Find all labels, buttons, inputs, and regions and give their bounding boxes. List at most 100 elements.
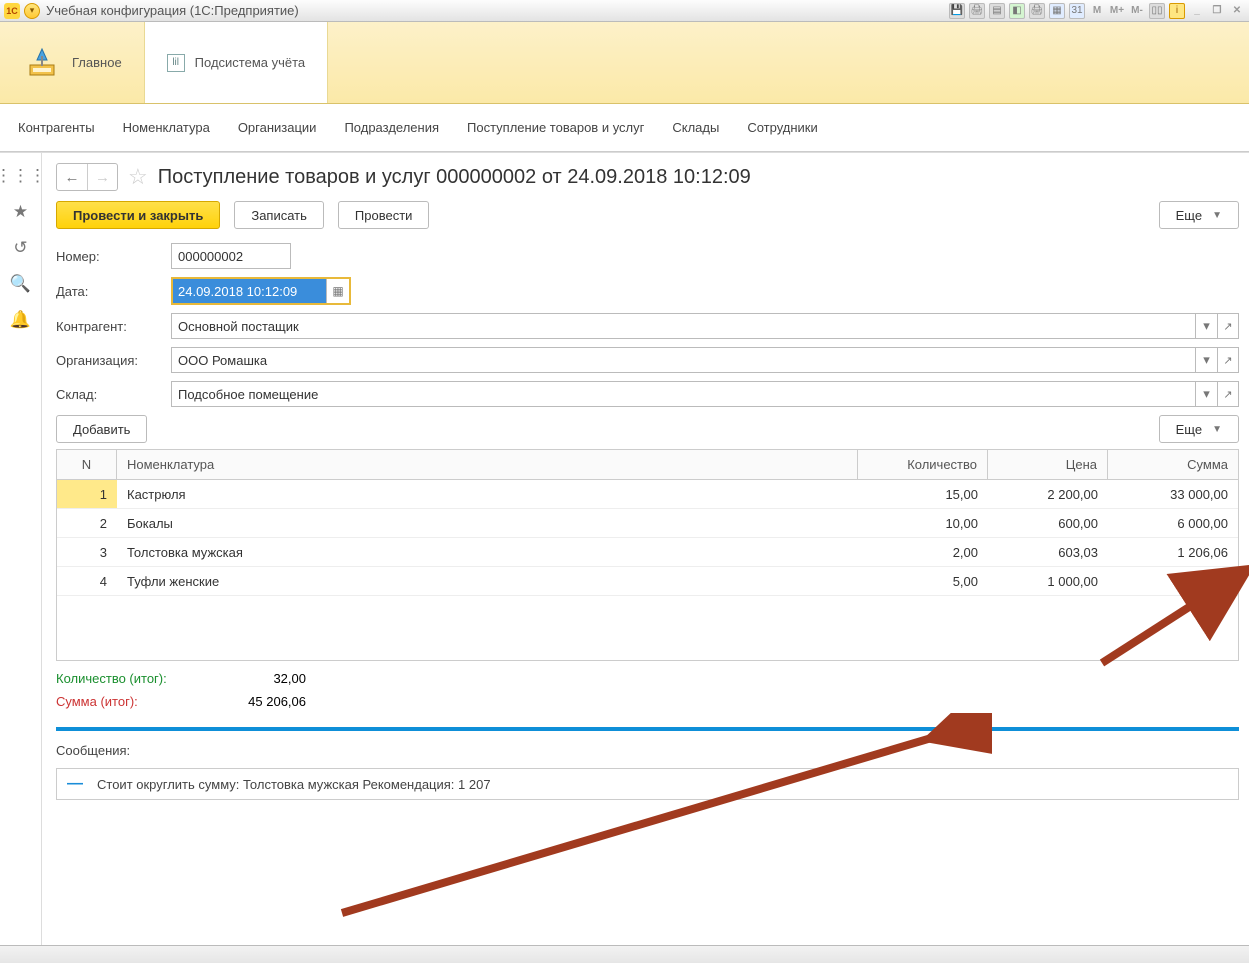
app-logo-icon: 1C bbox=[4, 3, 20, 19]
total-sum-row: Сумма (итог): 45 206,06 bbox=[56, 694, 1239, 709]
contragent-dropdown-icon[interactable]: ▾ bbox=[1195, 313, 1217, 339]
panels-icon[interactable]: ▯▯ bbox=[1149, 3, 1165, 19]
table-more-button[interactable]: Еще▼ bbox=[1159, 415, 1239, 443]
contragent-open-icon[interactable]: ↗ bbox=[1217, 313, 1239, 339]
m-plus-icon[interactable]: M+ bbox=[1109, 3, 1125, 19]
notifications-icon[interactable]: 🔔 bbox=[12, 311, 30, 329]
total-qty-row: Количество (итог): 32,00 bbox=[56, 671, 1239, 686]
number-input[interactable] bbox=[171, 243, 291, 269]
app-dropdown-icon[interactable]: ▾ bbox=[24, 3, 40, 19]
more-button[interactable]: Еще▼ bbox=[1159, 201, 1239, 229]
field-warehouse: Склад: Подсобное помещение ▾ ↗ bbox=[56, 381, 1249, 407]
col-n[interactable]: N bbox=[57, 450, 117, 479]
contragent-input[interactable]: Основной постащик bbox=[171, 313, 1195, 339]
subnav-receipts[interactable]: Поступление товаров и услуг bbox=[467, 120, 644, 135]
help-icon[interactable]: i bbox=[1169, 3, 1185, 19]
write-button[interactable]: Записать bbox=[234, 201, 324, 229]
cell-sum: 6 000,00 bbox=[1108, 509, 1238, 537]
messages-header: Сообщения: bbox=[56, 743, 1239, 758]
cell-n: 3 bbox=[57, 538, 117, 566]
document-icon[interactable]: ▤ bbox=[989, 3, 1005, 19]
subnav-warehouses[interactable]: Склады bbox=[672, 120, 719, 135]
cell-n: 4 bbox=[57, 567, 117, 595]
warehouse-label: Склад: bbox=[56, 387, 171, 402]
grid-row[interactable]: 3 Толстовка мужская 2,00 603,03 1 206,06 bbox=[57, 538, 1238, 567]
print2-icon[interactable]: 🖨 bbox=[1029, 3, 1045, 19]
messages: Сообщения: — Стоит округлить сумму: Толс… bbox=[56, 743, 1239, 800]
date-input[interactable] bbox=[173, 279, 327, 303]
star-icon[interactable]: ☆ bbox=[128, 164, 148, 190]
content: ← → ☆ Поступление товаров и услуг 000000… bbox=[42, 153, 1249, 945]
col-quantity[interactable]: Количество bbox=[858, 450, 988, 479]
save-icon[interactable]: 💾 bbox=[949, 3, 965, 19]
add-button[interactable]: Добавить bbox=[56, 415, 147, 443]
field-number: Номер: bbox=[56, 243, 1249, 269]
subnav-departments[interactable]: Подразделения bbox=[344, 120, 439, 135]
chevron-down-icon: ▼ bbox=[1212, 424, 1222, 435]
nav-home[interactable]: Главное bbox=[0, 22, 145, 103]
col-price[interactable]: Цена bbox=[988, 450, 1108, 479]
window-titlebar: 1C ▾ Учебная конфигурация (1С:Предприяти… bbox=[0, 0, 1249, 22]
cell-sum: 33 000,00 bbox=[1108, 480, 1238, 508]
cell-qty: 10,00 bbox=[858, 509, 988, 537]
subnav-employees[interactable]: Сотрудники bbox=[747, 120, 817, 135]
subsystem-icon: lil bbox=[167, 54, 185, 72]
page-title: Поступление товаров и услуг 000000002 от… bbox=[158, 166, 751, 189]
subnav-contragents[interactable]: Контрагенты bbox=[18, 120, 95, 135]
organization-open-icon[interactable]: ↗ bbox=[1217, 347, 1239, 373]
total-qty-label: Количество (итог): bbox=[56, 671, 216, 686]
cell-price: 603,03 bbox=[988, 538, 1108, 566]
minimize-icon[interactable]: _ bbox=[1189, 3, 1205, 19]
warehouse-input[interactable]: Подсобное помещение bbox=[171, 381, 1195, 407]
chevron-down-icon: ▼ bbox=[1212, 210, 1222, 221]
nav-subsystem-label: Подсистема учёта bbox=[195, 55, 306, 70]
message-item[interactable]: — Стоит округлить сумму: Толстовка мужск… bbox=[56, 768, 1239, 800]
close-icon[interactable]: ✕ bbox=[1229, 3, 1245, 19]
status-bar bbox=[0, 945, 1249, 963]
field-organization: Организация: ООО Ромашка ▾ ↗ bbox=[56, 347, 1249, 373]
print-icon[interactable]: 🖨 bbox=[969, 3, 985, 19]
action-row: Провести и закрыть Записать Провести Еще… bbox=[56, 201, 1249, 229]
cell-n: 2 bbox=[57, 509, 117, 537]
organization-input[interactable]: ООО Ромашка bbox=[171, 347, 1195, 373]
cell-qty: 5,00 bbox=[858, 567, 988, 595]
nav-home-label: Главное bbox=[72, 55, 122, 70]
message-icon: — bbox=[67, 775, 83, 793]
search-icon[interactable]: 🔍 bbox=[12, 275, 30, 293]
work-area: ⋮⋮⋮ ★ ↺ 🔍 🔔 ← → ☆ Поступление товаров и … bbox=[0, 152, 1249, 945]
nav-subsystem[interactable]: lil Подсистема учёта bbox=[145, 22, 329, 103]
back-button[interactable]: ← bbox=[57, 164, 87, 190]
grid-row[interactable]: 4 Туфли женские 5,00 1 000,00 5 000,00 bbox=[57, 567, 1238, 596]
post-button[interactable]: Провести bbox=[338, 201, 430, 229]
grid-row[interactable]: 1 Кастрюля 15,00 2 200,00 33 000,00 bbox=[57, 480, 1238, 509]
menu-icon[interactable]: ⋮⋮⋮ bbox=[12, 167, 30, 185]
maximize-icon[interactable]: ❐ bbox=[1209, 3, 1225, 19]
history-icon[interactable]: ↺ bbox=[12, 239, 30, 257]
warehouse-dropdown-icon[interactable]: ▾ bbox=[1195, 381, 1217, 407]
post-close-button[interactable]: Провести и закрыть bbox=[56, 201, 220, 229]
warehouse-open-icon[interactable]: ↗ bbox=[1217, 381, 1239, 407]
grid-row[interactable]: 2 Бокалы 10,00 600,00 6 000,00 bbox=[57, 509, 1238, 538]
m-icon[interactable]: M bbox=[1089, 3, 1105, 19]
number-label: Номер: bbox=[56, 249, 171, 264]
col-nomenclature[interactable]: Номенклатура bbox=[117, 450, 858, 479]
compare-icon[interactable]: ◧ bbox=[1009, 3, 1025, 19]
cell-n: 1 bbox=[57, 480, 117, 508]
organization-dropdown-icon[interactable]: ▾ bbox=[1195, 347, 1217, 373]
subnav-organizations[interactable]: Организации bbox=[238, 120, 317, 135]
side-toolbar: ⋮⋮⋮ ★ ↺ 🔍 🔔 bbox=[0, 153, 42, 945]
favorite-icon[interactable]: ★ bbox=[12, 203, 30, 221]
calendar-picker-icon[interactable]: ▦ bbox=[327, 279, 349, 303]
totals: Количество (итог): 32,00 Сумма (итог): 4… bbox=[56, 671, 1239, 731]
home-icon bbox=[22, 43, 62, 83]
calendar-icon[interactable]: 31 bbox=[1069, 3, 1085, 19]
cell-sum: 5 000,00 bbox=[1108, 567, 1238, 595]
col-sum[interactable]: Сумма bbox=[1108, 450, 1238, 479]
cell-price: 600,00 bbox=[988, 509, 1108, 537]
m-minus-icon[interactable]: M- bbox=[1129, 3, 1145, 19]
cell-nom: Туфли женские bbox=[117, 567, 858, 595]
calculator-icon[interactable]: ▦ bbox=[1049, 3, 1065, 19]
forward-button[interactable]: → bbox=[87, 164, 117, 190]
subnav-nomenclature[interactable]: Номенклатура bbox=[123, 120, 210, 135]
message-text: Стоит округлить сумму: Толстовка мужская… bbox=[97, 777, 491, 792]
